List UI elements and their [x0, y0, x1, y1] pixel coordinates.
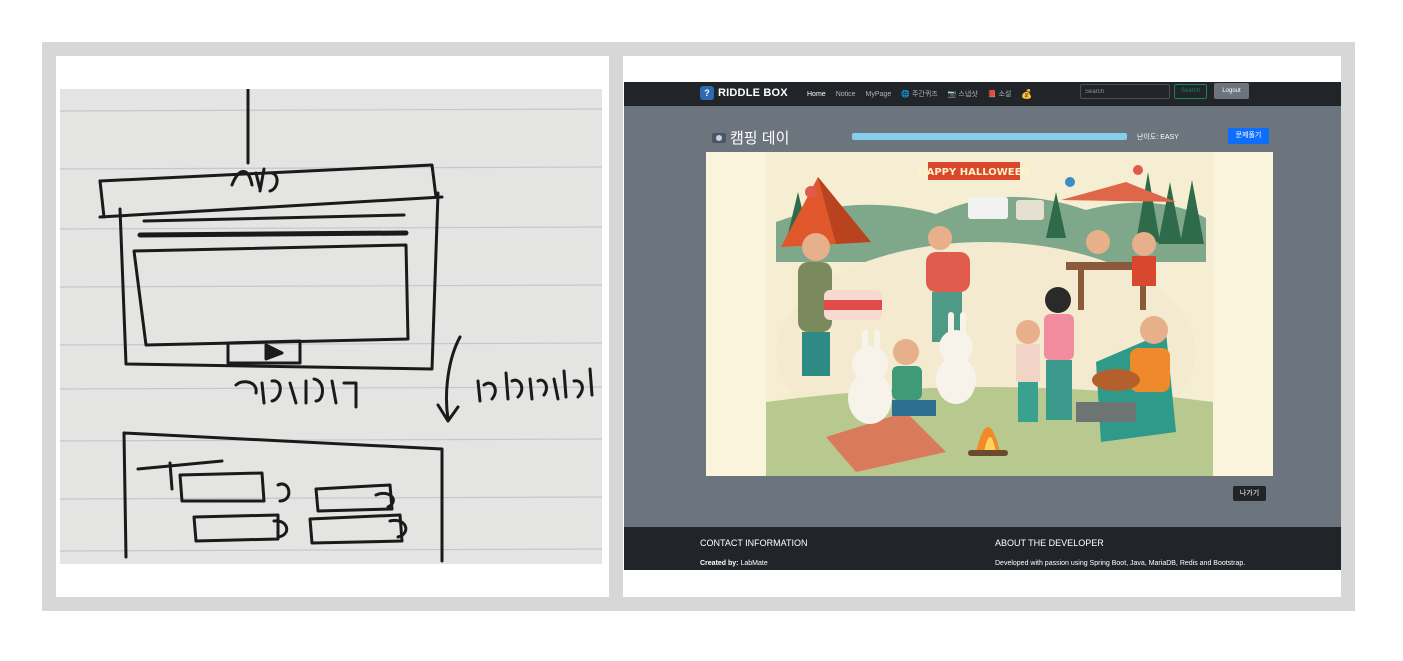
solve-quiz-button[interactable]: 문제풀기 [1228, 128, 1269, 144]
nav-link-money[interactable]: 💰 [1021, 89, 1032, 100]
quiz-progress-fill [852, 133, 1127, 140]
nav-link-novel-label: 소설 [998, 91, 1012, 98]
navbar: ? RIDDLE BOX Home Notice MyPage 🌐 주간퀴즈 📷… [624, 82, 1341, 106]
nav-link-weekly-quiz[interactable]: 🌐 주간퀴즈 [901, 89, 937, 99]
nav-link-snapshot-label: 스냅샷 [958, 91, 978, 98]
quiz-progress-bar [852, 133, 1127, 140]
search-button[interactable]: Search [1174, 84, 1207, 99]
nav-link-mypage[interactable]: MyPage [866, 91, 892, 98]
about-heading: ABOUT THE DEVELOPER [995, 538, 1104, 548]
wireframe-sketch-photo [60, 89, 602, 564]
difficulty-label: 난이도: [1137, 134, 1159, 141]
nav-link-snapshot[interactable]: 📷 스냅샷 [948, 89, 978, 99]
image-banner-text: HAPPY HALLOWEEN [918, 167, 1030, 178]
about-text: Developed with passion using Spring Boot… [995, 560, 1246, 567]
created-by-value: LabMate [740, 560, 768, 567]
logout-button[interactable]: Logout [1214, 83, 1249, 99]
book-icon: 📕 [987, 91, 997, 98]
difficulty-value: EASY [1160, 134, 1179, 141]
quiz-title-text: 캠핑 데이 [730, 130, 790, 147]
brand-logo-icon: ? [700, 86, 714, 100]
difficulty: 난이도: EASY [1137, 132, 1179, 142]
created-by: Created by: LabMate [700, 560, 768, 567]
footer: CONTACT INFORMATION ABOUT THE DEVELOPER … [624, 527, 1341, 570]
nav-link-home[interactable]: Home [807, 91, 826, 98]
nav-links: Home Notice MyPage 🌐 주간퀴즈 📷 스냅샷 📕 소설 💰 [807, 82, 1033, 106]
brand[interactable]: ? RIDDLE BOX [700, 86, 788, 100]
money-bag-icon: 💰 [1021, 88, 1033, 99]
banner: HAPPY HALLOWEEN [918, 162, 1030, 180]
riddle-box-app: ? RIDDLE BOX Home Notice MyPage 🌐 주간퀴즈 📷… [624, 82, 1341, 570]
camera-icon [712, 132, 726, 143]
exit-button[interactable]: 나가기 [1233, 486, 1266, 501]
globe-icon: 🌐 [901, 91, 910, 98]
quiz-title: 캠핑 데이 [712, 127, 789, 148]
created-by-label: Created by: [700, 560, 739, 567]
brand-name: RIDDLE BOX [718, 87, 788, 99]
quiz-image: HAPPY HALLOWEEN [706, 152, 1273, 476]
search-input[interactable] [1080, 84, 1170, 99]
contact-heading: CONTACT INFORMATION [700, 538, 808, 548]
nav-link-weekly-quiz-label: 주간퀴즈 [911, 91, 938, 98]
camera-icon: 📷 [947, 91, 957, 98]
nav-link-novel[interactable]: 📕 소설 [988, 89, 1012, 99]
nav-link-notice[interactable]: Notice [836, 91, 856, 98]
